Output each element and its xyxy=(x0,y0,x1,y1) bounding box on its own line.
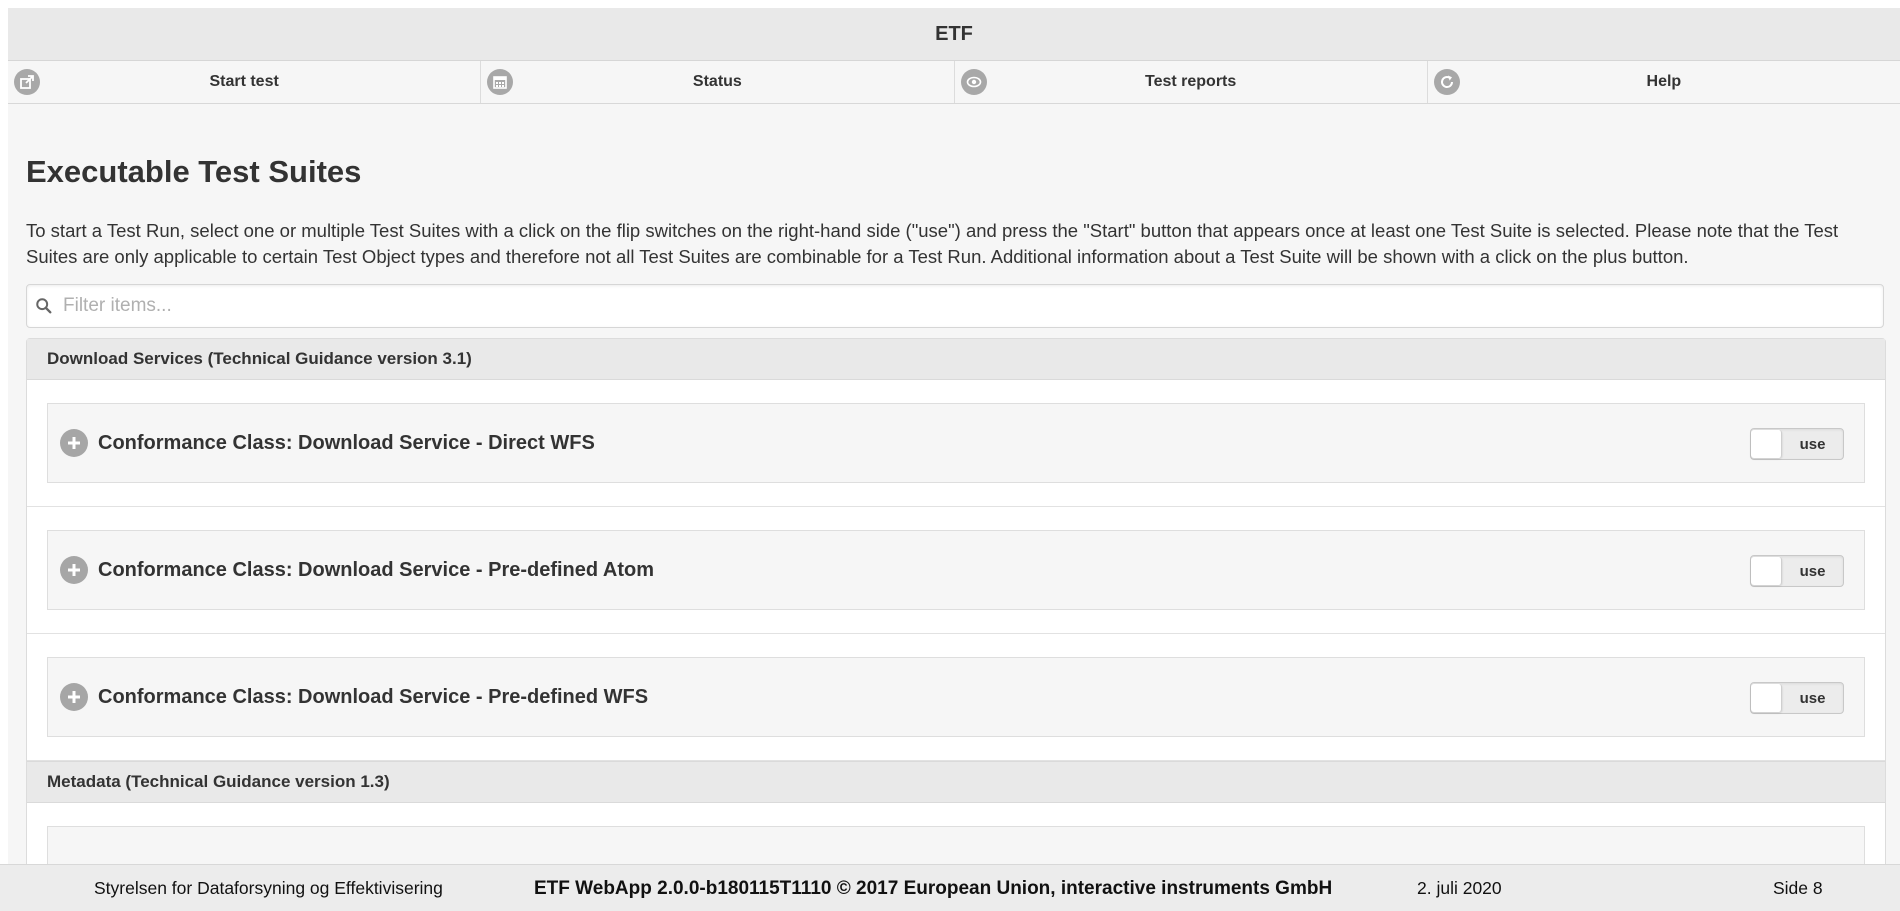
main-content: Executable Test Suites To start a Test R… xyxy=(8,154,1900,867)
nav-status-label: Status xyxy=(692,73,742,90)
nav-test-reports[interactable]: Test reports xyxy=(955,61,1428,103)
nav-help-label: Help xyxy=(1646,73,1682,90)
list-item: Conformance Class: Download Service - Pr… xyxy=(27,507,1885,634)
nav-start-test[interactable]: Start test xyxy=(8,61,482,103)
toggle-knob xyxy=(1751,557,1782,585)
page-title: Executable Test Suites xyxy=(26,154,362,189)
use-toggle[interactable]: use xyxy=(1750,555,1844,587)
test-suite-label: Conformance Class: Download Service - Di… xyxy=(98,431,595,454)
footer-page-number: Side 8 xyxy=(1773,878,1823,898)
test-suite-partial xyxy=(47,826,1865,867)
page-footer: Styrelsen for Dataforsyning og Effektivi… xyxy=(0,864,1900,911)
footer-date: 2. juli 2020 xyxy=(1417,878,1502,898)
nav-status[interactable]: Status xyxy=(481,61,955,103)
external-link-icon xyxy=(14,69,40,95)
group-title: Metadata (Technical Guidance version 1.3… xyxy=(47,772,390,791)
plus-icon[interactable] xyxy=(60,429,88,457)
test-suite-direct-wfs: Conformance Class: Download Service - Di… xyxy=(47,403,1865,483)
toggle-label: use xyxy=(1799,689,1826,707)
plus-icon[interactable] xyxy=(60,556,88,584)
app-window: ETF Start test Status Test reports Help xyxy=(8,8,1900,911)
list-item: Conformance Class: Download Service - Di… xyxy=(27,380,1885,507)
filter-input[interactable] xyxy=(61,294,1883,318)
use-toggle[interactable]: use xyxy=(1750,682,1844,714)
list-item xyxy=(27,803,1885,867)
test-suite-label: Conformance Class: Download Service - Pr… xyxy=(98,558,655,581)
nav-help[interactable]: Help xyxy=(1428,61,1900,103)
app-title: ETF xyxy=(935,22,973,45)
list-item: Conformance Class: Download Service - Pr… xyxy=(27,634,1885,761)
eye-icon xyxy=(960,69,987,95)
test-suite-predefined-atom: Conformance Class: Download Service - Pr… xyxy=(47,530,1865,610)
footer-organization: Styrelsen for Dataforsyning og Effektivi… xyxy=(94,878,443,898)
main-navigation: Start test Status Test reports Help xyxy=(8,61,1900,104)
nav-test-reports-label: Test reports xyxy=(1144,73,1237,90)
app-title-bar: ETF xyxy=(8,8,1900,61)
toggle-knob xyxy=(1751,684,1782,712)
test-suite-group: Download Services (Technical Guidance ve… xyxy=(26,338,1886,867)
toggle-label: use xyxy=(1799,562,1826,580)
intro-text: To start a Test Run, select one or multi… xyxy=(26,220,1839,267)
group-header-metadata[interactable]: Metadata (Technical Guidance version 1.3… xyxy=(27,761,1885,803)
use-toggle[interactable]: use xyxy=(1750,428,1844,460)
test-suite-predefined-wfs: Conformance Class: Download Service - Pr… xyxy=(47,657,1865,737)
nav-start-test-label: Start test xyxy=(209,73,279,90)
calendar-icon xyxy=(487,69,514,95)
footer-app-info: ETF WebApp 2.0.0-b180115T1110 © 2017 Eur… xyxy=(534,878,1333,899)
group-title: Download Services (Technical Guidance ve… xyxy=(47,349,472,368)
toggle-knob xyxy=(1751,430,1782,458)
toggle-label: use xyxy=(1799,435,1826,453)
search-icon xyxy=(35,296,55,316)
filter-bar xyxy=(26,284,1884,328)
refresh-icon xyxy=(1433,69,1460,95)
group-header-download-services[interactable]: Download Services (Technical Guidance ve… xyxy=(27,339,1885,380)
plus-icon[interactable] xyxy=(60,683,88,711)
test-suite-label: Conformance Class: Download Service - Pr… xyxy=(98,685,649,708)
